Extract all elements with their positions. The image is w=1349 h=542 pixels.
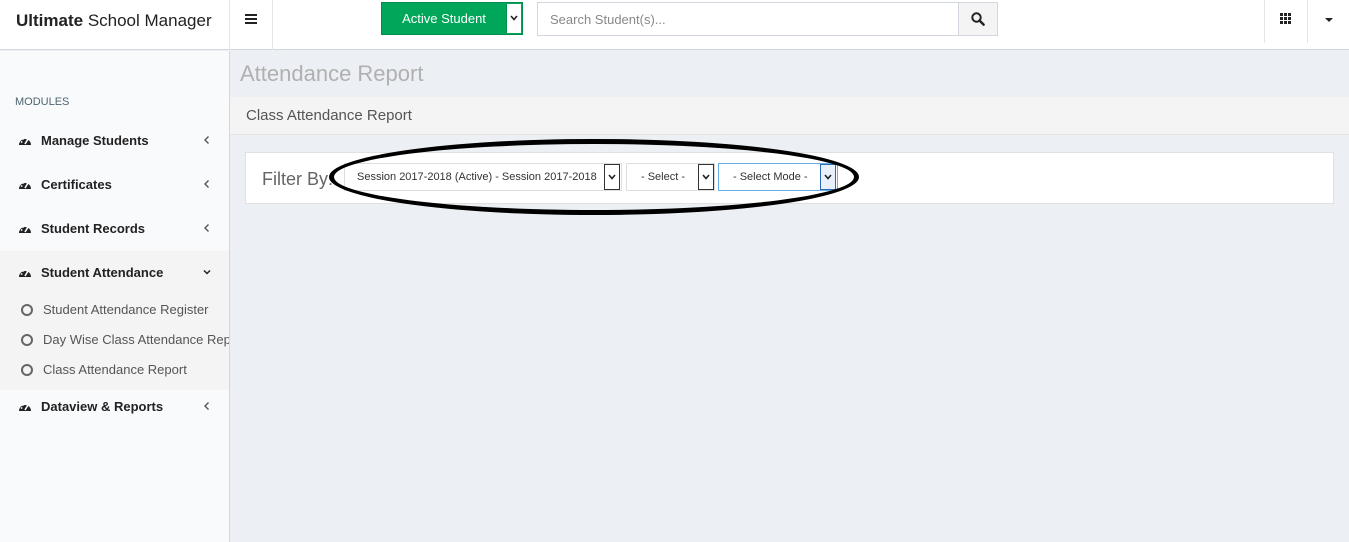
session-select[interactable]: Session 2017-2018 (Active) - Session 201… [344, 163, 622, 191]
filter-panel: Filter By: Session 2017-2018 (Active) - … [245, 152, 1334, 204]
search-button[interactable] [958, 3, 997, 35]
circle-icon [21, 304, 33, 316]
sidebar-section-header: MODULES [15, 96, 70, 108]
sidebar-item-label: Manage Students [41, 133, 149, 148]
dashboard-icon [19, 403, 31, 411]
sidebar-item-certificates[interactable]: Certificates [0, 163, 229, 207]
sidebar-item-dataview-reports[interactable]: Dataview & Reports [0, 385, 229, 429]
mode-select-value: - Select Mode - [733, 171, 808, 183]
sidebar-item-label: Dataview & Reports [41, 399, 164, 414]
brand-rest: School Manager [87, 11, 212, 30]
sidebar-subitem-label: Class Attendance Report [43, 362, 187, 377]
sidebar-toggle-menu-icon[interactable] [230, 0, 273, 50]
page-title: Attendance Report [240, 61, 424, 86]
mode-select[interactable]: - Select Mode - [718, 163, 838, 191]
sidebar-submenu-attendance: Student Attendance Register Day Wise Cla… [0, 295, 229, 390]
circle-icon [21, 364, 33, 376]
top-header: Ultimate School Manager Active Student [0, 0, 1349, 50]
chevron-left-icon [204, 180, 209, 188]
circle-icon [21, 334, 33, 346]
chevron-down-icon[interactable] [506, 4, 521, 33]
dashboard-icon [19, 225, 31, 233]
dashboard-icon [19, 181, 31, 189]
dashboard-icon [19, 137, 31, 145]
chevron-left-icon [204, 224, 209, 232]
sidebar-item-student-attendance[interactable]: Student Attendance [0, 251, 229, 295]
app-brand[interactable]: Ultimate School Manager [0, 0, 230, 50]
class-select[interactable]: - Select - [626, 163, 715, 191]
sidebar-item-manage-students[interactable]: Manage Students [0, 119, 229, 163]
chevron-left-icon [204, 136, 209, 144]
brand-bold: Ultimate [16, 11, 84, 30]
search-bar [537, 2, 998, 36]
dashboard-icon [19, 269, 31, 277]
chevron-down-icon [203, 269, 211, 275]
sidebar-subitem-day-wise-report[interactable]: Day Wise Class Attendance Report [0, 325, 229, 355]
sidebar: MODULES Manage Students Certificates Stu… [0, 51, 230, 542]
search-input[interactable] [538, 3, 958, 35]
search-icon [971, 12, 985, 26]
sidebar-item-label: Certificates [41, 177, 112, 192]
box-title: Class Attendance Report [246, 107, 412, 124]
class-select-value: - Select - [641, 171, 686, 183]
sidebar-item-label: Student Records [41, 221, 146, 236]
box-header: Class Attendance Report [230, 97, 1349, 135]
active-student-label: Active Student [402, 11, 486, 26]
sidebar-item-label: Student Attendance [41, 265, 164, 280]
user-dropdown-caret-icon[interactable] [1318, 14, 1342, 28]
active-student-button[interactable]: Active Student [381, 2, 523, 35]
sidebar-subitem-label: Day Wise Class Attendance Report [43, 332, 229, 347]
apps-grid-icon[interactable] [1264, 0, 1308, 43]
chevron-left-icon [204, 402, 209, 410]
sidebar-subitem-class-attendance-report[interactable]: Class Attendance Report [0, 355, 229, 385]
chevron-down-icon[interactable] [820, 164, 836, 190]
session-select-value: Session 2017-2018 (Active) - Session 201… [357, 171, 597, 183]
sidebar-subitem-attendance-register[interactable]: Student Attendance Register [0, 295, 229, 325]
chevron-down-icon[interactable] [698, 164, 714, 190]
sidebar-subitem-label: Student Attendance Register [43, 302, 209, 317]
sidebar-item-student-records[interactable]: Student Records [0, 207, 229, 251]
filter-label: Filter By: [262, 169, 334, 189]
chevron-down-icon[interactable] [604, 164, 620, 190]
